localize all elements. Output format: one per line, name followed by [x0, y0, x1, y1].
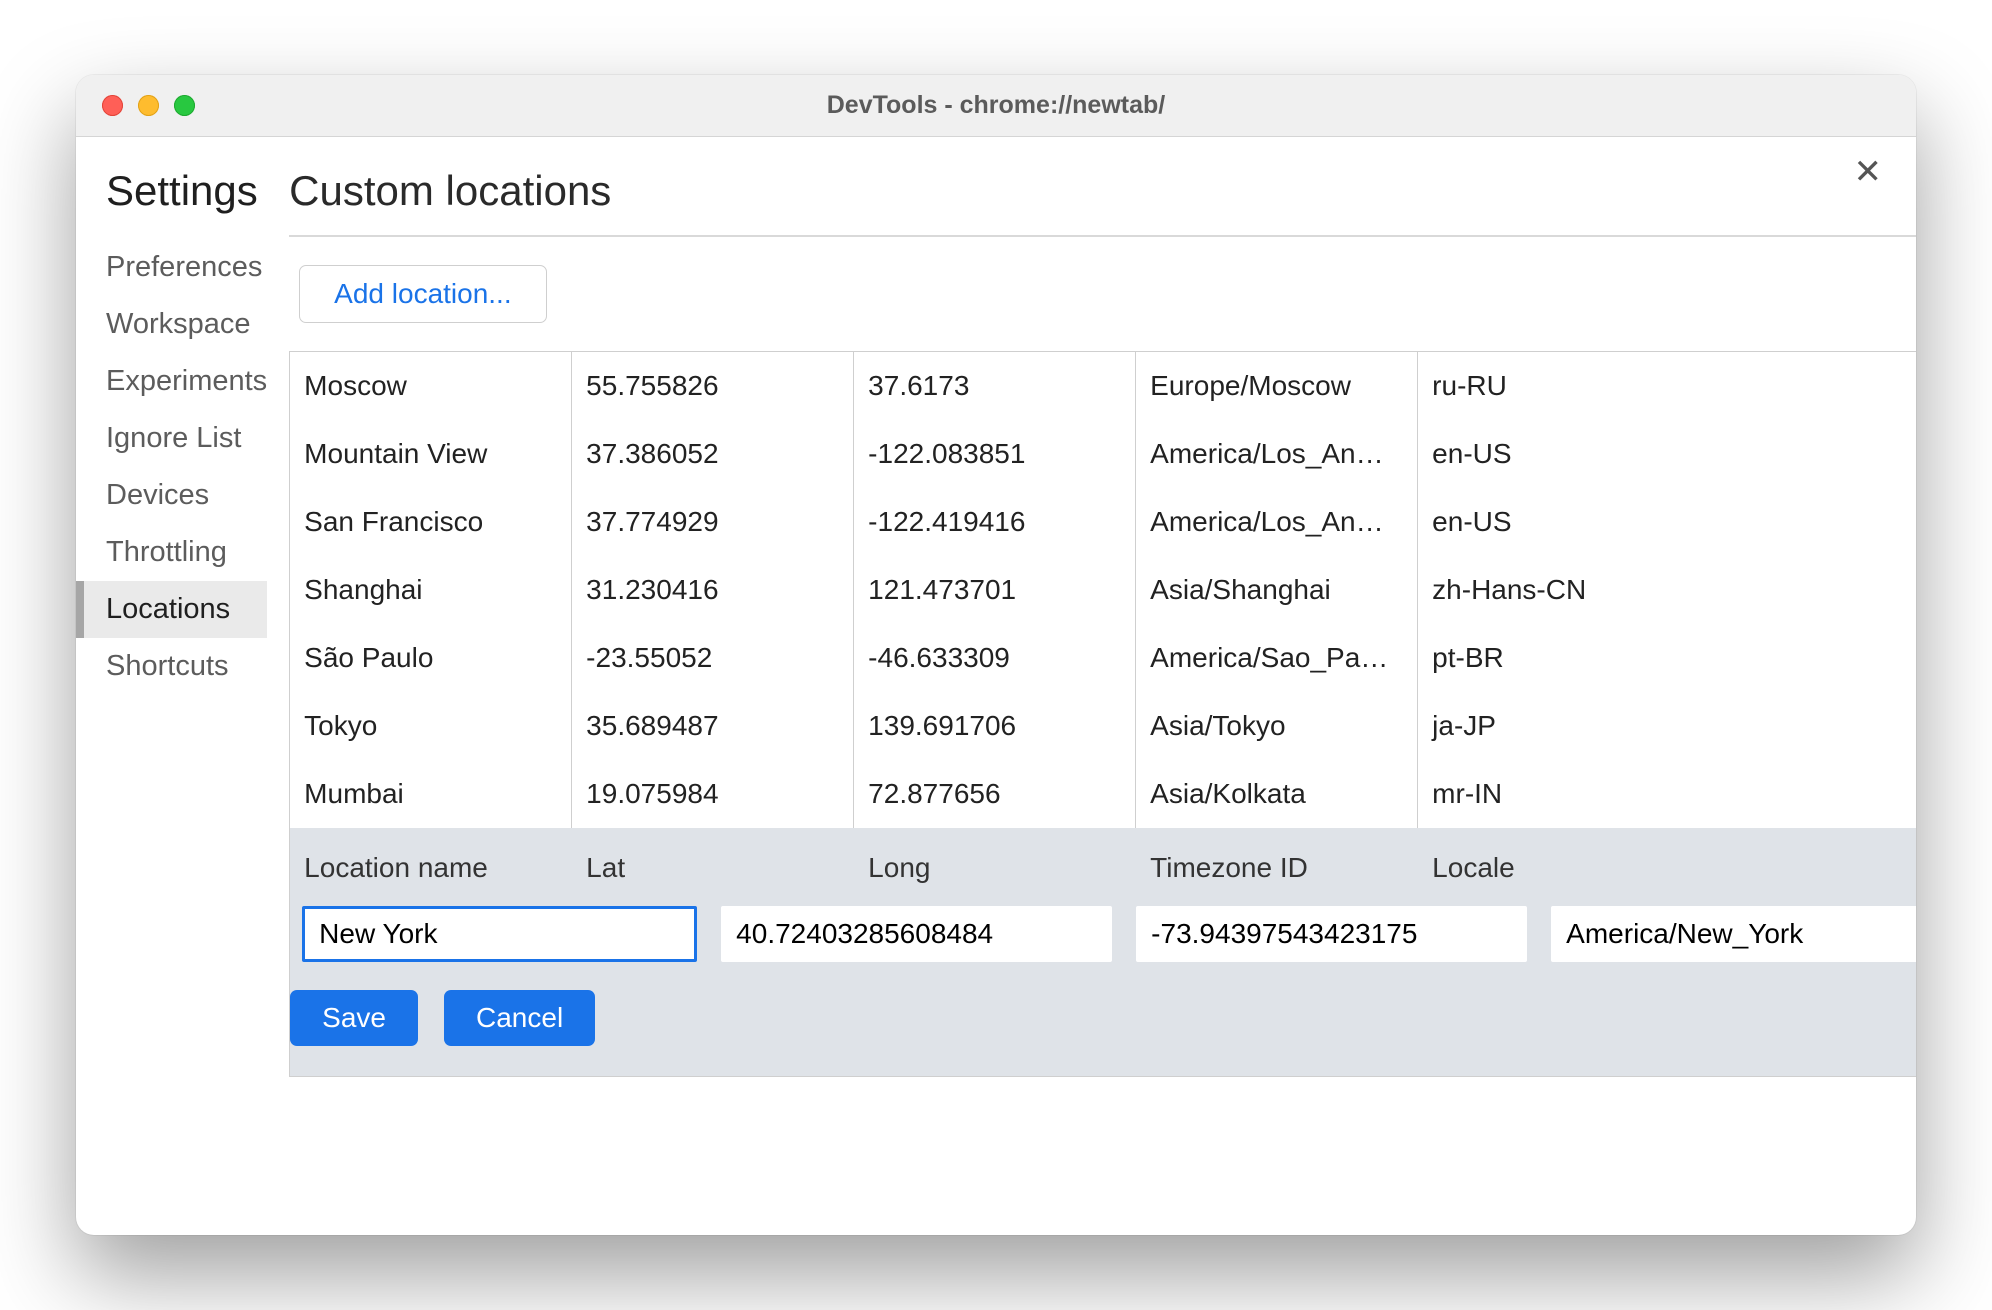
cell-lon: -122.083851: [854, 420, 1136, 488]
cell-lon: -46.633309: [854, 624, 1136, 692]
table-row[interactable]: Mountain View37.386052-122.083851America…: [290, 420, 1916, 488]
sidebar-item-ignore-list[interactable]: Ignore List: [76, 410, 267, 467]
sidebar-item-devices[interactable]: Devices: [76, 467, 267, 524]
sidebar-item-locations[interactable]: Locations: [76, 581, 267, 638]
sidebar-nav: PreferencesWorkspaceExperimentsIgnore Li…: [76, 239, 267, 695]
cell-timezone: Asia/Kolkata: [1136, 760, 1418, 828]
sidebar-item-experiments[interactable]: Experiments: [76, 353, 267, 410]
title-bar: DevTools - chrome://newtab/: [76, 75, 1916, 137]
cell-name: Mountain View: [290, 420, 572, 488]
locations-table: Moscow55.75582637.6173Europe/Moscowru-RU…: [289, 351, 1916, 828]
cell-name: Mumbai: [290, 760, 572, 828]
table-row[interactable]: São Paulo-23.55052-46.633309America/Sao_…: [290, 624, 1916, 692]
table-row[interactable]: Shanghai31.230416121.473701Asia/Shanghai…: [290, 556, 1916, 624]
sidebar-item-workspace[interactable]: Workspace: [76, 296, 267, 353]
cell-timezone: Asia/Tokyo: [1136, 692, 1418, 760]
zoom-window-icon[interactable]: [174, 95, 195, 116]
sidebar-item-preferences[interactable]: Preferences: [76, 239, 267, 296]
settings-heading: Settings: [76, 167, 267, 239]
timezone-input[interactable]: [1551, 906, 1916, 962]
cell-locale: en-US: [1418, 420, 1916, 488]
cell-timezone: America/Los_An…: [1136, 420, 1418, 488]
editor-label-locale: Locale: [1418, 852, 1916, 906]
location-editor: Location name Lat Long Timezone ID Local…: [289, 828, 1916, 1077]
sidebar-item-shortcuts[interactable]: Shortcuts: [76, 638, 267, 695]
longitude-input[interactable]: [1136, 906, 1527, 962]
latitude-input[interactable]: [721, 906, 1112, 962]
cell-locale: zh-Hans-CN: [1418, 556, 1916, 624]
cell-timezone: Asia/Shanghai: [1136, 556, 1418, 624]
settings-sidebar: Settings PreferencesWorkspaceExperiments…: [76, 137, 267, 1235]
save-button[interactable]: Save: [290, 990, 418, 1046]
editor-label-long: Long: [854, 852, 1136, 906]
window-controls: [76, 95, 195, 116]
table-row[interactable]: San Francisco37.774929-122.419416America…: [290, 488, 1916, 556]
cell-lat: 35.689487: [572, 692, 854, 760]
editor-label-tz: Timezone ID: [1136, 852, 1418, 906]
cell-lat: -23.55052: [572, 624, 854, 692]
cell-name: Tokyo: [290, 692, 572, 760]
editor-label-name: Location name: [290, 852, 572, 906]
cell-locale: en-US: [1418, 488, 1916, 556]
cell-lon: 37.6173: [854, 352, 1136, 420]
cell-timezone: America/Los_An…: [1136, 488, 1418, 556]
cancel-button[interactable]: Cancel: [444, 990, 595, 1046]
cell-lat: 31.230416: [572, 556, 854, 624]
window-title: DevTools - chrome://newtab/: [76, 91, 1916, 120]
location-name-input[interactable]: [302, 906, 697, 962]
cell-timezone: America/Sao_Pa…: [1136, 624, 1418, 692]
cell-lat: 19.075984: [572, 760, 854, 828]
page-title: Custom locations: [289, 167, 1916, 237]
minimize-window-icon[interactable]: [138, 95, 159, 116]
cell-locale: ru-RU: [1418, 352, 1916, 420]
cell-locale: ja-JP: [1418, 692, 1916, 760]
cell-name: San Francisco: [290, 488, 572, 556]
editor-label-lat: Lat: [572, 852, 854, 906]
table-row[interactable]: Mumbai19.07598472.877656Asia/Kolkatamr-I…: [290, 760, 1916, 828]
cell-name: Moscow: [290, 352, 572, 420]
close-icon[interactable]: ✕: [1854, 155, 1883, 189]
cell-name: São Paulo: [290, 624, 572, 692]
cell-lat: 37.774929: [572, 488, 854, 556]
add-location-button[interactable]: Add location...: [299, 265, 546, 323]
table-row[interactable]: Moscow55.75582637.6173Europe/Moscowru-RU: [290, 352, 1916, 420]
cell-lon: 139.691706: [854, 692, 1136, 760]
cell-locale: mr-IN: [1418, 760, 1916, 828]
cell-lat: 37.386052: [572, 420, 854, 488]
cell-locale: pt-BR: [1418, 624, 1916, 692]
window-frame: DevTools - chrome://newtab/ ✕ Settings P…: [76, 75, 1916, 1235]
cell-timezone: Europe/Moscow: [1136, 352, 1418, 420]
close-window-icon[interactable]: [102, 95, 123, 116]
cell-lat: 55.755826: [572, 352, 854, 420]
cell-lon: -122.419416: [854, 488, 1136, 556]
sidebar-item-throttling[interactable]: Throttling: [76, 524, 267, 581]
cell-lon: 121.473701: [854, 556, 1136, 624]
cell-lon: 72.877656: [854, 760, 1136, 828]
main-panel: Custom locations Add location... Moscow5…: [267, 137, 1916, 1235]
table-row[interactable]: Tokyo35.689487139.691706Asia/Tokyoja-JP: [290, 692, 1916, 760]
cell-name: Shanghai: [290, 556, 572, 624]
